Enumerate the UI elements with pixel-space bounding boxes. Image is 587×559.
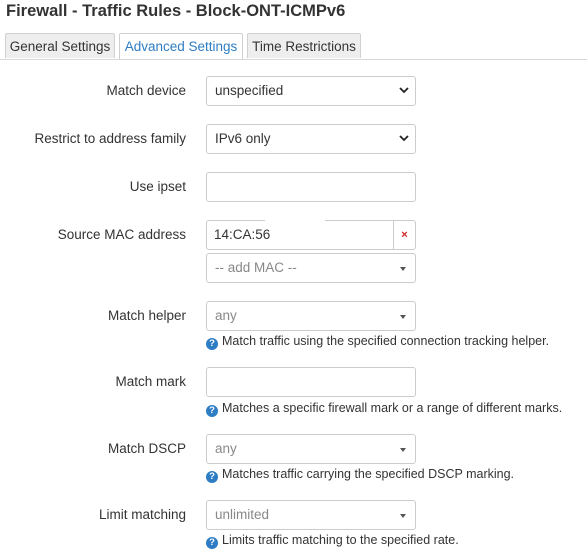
match-dscp-label: Match DSCP <box>107 441 186 456</box>
limit-matching-dropdown[interactable]: unlimited <box>206 500 416 530</box>
limit-matching-help-text: Limits traffic matching to the specified… <box>222 533 459 547</box>
match-helper-dropdown[interactable]: any <box>206 301 416 331</box>
chevron-down-icon <box>399 77 409 105</box>
limit-matching-help: ? Limits traffic matching to the specifie… <box>206 533 459 549</box>
match-mark-label: Match mark <box>115 374 186 389</box>
page-title: Firewall - Traffic Rules - Block-ONT-ICM… <box>6 2 346 20</box>
remove-mac-button[interactable]: × <box>393 221 415 249</box>
source-mac-label: Source MAC address <box>57 227 186 242</box>
chevron-down-icon <box>399 125 409 153</box>
source-mac-value: 14:CA:56 <box>214 227 271 242</box>
source-mac-entry[interactable]: 14:CA:56 × <box>206 220 416 250</box>
limit-matching-value: unlimited <box>215 507 270 522</box>
tab-advanced-settings[interactable]: Advanced Settings <box>119 33 243 59</box>
match-dscp-dropdown[interactable]: any <box>206 434 416 464</box>
match-dscp-help: ? Matches traffic carrying the specified … <box>206 467 514 483</box>
match-mark-input[interactable] <box>206 367 416 397</box>
help-icon: ? <box>206 338 218 350</box>
help-icon: ? <box>206 405 218 417</box>
match-device-select[interactable]: unspecified <box>206 76 416 106</box>
match-dscp-value: any <box>215 441 237 456</box>
limit-matching-label: Limit matching <box>98 507 186 522</box>
tab-time-restrictions[interactable]: Time Restrictions <box>247 33 361 58</box>
match-mark-help-text: Matches a specific firewall mark or a ra… <box>222 401 563 415</box>
caret-down-icon <box>400 267 406 271</box>
match-helper-help: ? Match traffic using the specified conne… <box>206 334 549 350</box>
address-family-label: Restrict to address family <box>34 131 186 146</box>
use-ipset-label: Use ipset <box>129 179 186 194</box>
use-ipset-input[interactable] <box>206 172 416 202</box>
add-mac-placeholder: -- add MAC -- <box>215 260 297 275</box>
help-icon: ? <box>206 471 218 483</box>
address-family-value: IPv6 only <box>215 131 271 146</box>
add-mac-dropdown[interactable]: -- add MAC -- <box>206 253 416 283</box>
caret-down-icon <box>400 448 406 452</box>
help-icon: ? <box>206 537 218 549</box>
tab-general-settings[interactable]: General Settings <box>5 33 115 58</box>
tab-bar: General Settings Advanced Settings Time … <box>0 33 587 60</box>
caret-down-icon <box>400 315 406 319</box>
match-device-label: Match device <box>106 83 186 98</box>
match-helper-label: Match helper <box>107 308 186 323</box>
match-dscp-help-text: Matches traffic carrying the specified D… <box>222 467 515 481</box>
match-helper-value: any <box>215 308 237 323</box>
match-helper-help-text: Match traffic using the specified connec… <box>222 334 550 348</box>
match-device-value: unspecified <box>215 83 284 98</box>
address-family-select[interactable]: IPv6 only <box>206 124 416 154</box>
caret-down-icon <box>400 514 406 518</box>
match-mark-help: ? Matches a specific firewall mark or a r… <box>206 401 562 417</box>
input-border-gap <box>265 220 325 223</box>
